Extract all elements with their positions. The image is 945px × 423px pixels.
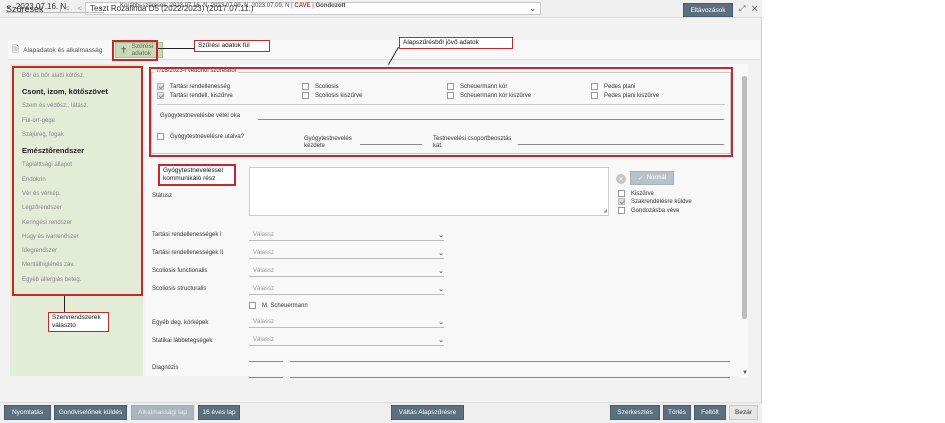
- resize-grip-icon[interactable]: ◢: [603, 208, 607, 214]
- checkbox[interactable]: [618, 190, 625, 197]
- date-select[interactable]: ⌄ 2023.07.16. N ⌄: [6, 0, 104, 13]
- annotation-szerv-label: Szervrendszerek választó: [48, 312, 109, 332]
- diag-field-c[interactable]: [249, 377, 283, 378]
- upload-button[interactable]: Feltölt: [694, 405, 726, 420]
- dd-statikai[interactable]: Válassz ⌄: [249, 334, 444, 346]
- previous-dates: 2023.07.16. N, 2023.07.09. N, 2023.07.09…: [169, 3, 290, 9]
- chevron-down-icon: ⌄: [438, 285, 444, 293]
- previous-label: Korábbi szűrések:: [120, 3, 169, 9]
- chevron-down-icon: ⌄: [438, 249, 444, 257]
- dd-label-tartasi-2: Tartási rendellenességek II: [152, 250, 224, 256]
- dd-label-statikai: Statikai lábbetegségek: [152, 338, 213, 344]
- chevron-down-icon: ⌄: [529, 4, 536, 13]
- leave-button[interactable]: Eltávozások: [683, 3, 733, 17]
- cb-szakrendeles[interactable]: Szakrendelésre küldve: [618, 198, 692, 205]
- chevron-down-icon: ⌄: [438, 336, 444, 344]
- annotation-sidebar-box: [12, 66, 143, 296]
- dd-label-egyeb: Egyéb deg. kórképek: [152, 320, 209, 326]
- edit-button[interactable]: Szerkesztés: [610, 405, 660, 420]
- tab-alapadatok[interactable]: 🗎 Alapadatok és alkalmasság: [12, 42, 102, 58]
- diag-field-d[interactable]: [290, 377, 730, 378]
- window-controls[interactable]: ⤢ ✕: [739, 4, 760, 14]
- annotation-tab-box: [112, 40, 158, 61]
- cb-gondozas[interactable]: Gondozásba véve: [618, 207, 679, 214]
- diagnozis-label: Diagnózis: [152, 365, 179, 371]
- annotation-tab-label: Szűrési adatok fül: [194, 40, 270, 52]
- annotation-connector: [158, 48, 194, 49]
- cb-kiszurve[interactable]: Kiszűrve: [618, 190, 654, 197]
- cb-m-scheuermann[interactable]: M. Scheuermann: [249, 302, 308, 309]
- checkbox[interactable]: [249, 302, 256, 309]
- status-textarea[interactable]: ◢: [249, 167, 609, 216]
- gondozott-badge: Gondozott: [315, 3, 346, 9]
- status-label: Státusz: [152, 193, 173, 199]
- normal-button[interactable]: ✓ Normál: [630, 171, 674, 185]
- annotation-gyogy-label: Gyógytestneveléssel kommunikáló rész: [158, 164, 236, 186]
- close-button[interactable]: Bezár: [729, 405, 758, 420]
- diag-field-b[interactable]: [290, 361, 730, 362]
- cave-badge: CAVE: [294, 3, 311, 9]
- checkbox[interactable]: [618, 198, 625, 205]
- check-icon: ✓: [637, 175, 643, 182]
- tab-label: Alapadatok és alkalmasság: [23, 46, 103, 54]
- alkalmassagi-button[interactable]: Alkalmassági lap: [131, 405, 194, 420]
- clear-icon[interactable]: ✕: [616, 174, 626, 184]
- diag-field-a[interactable]: [249, 361, 283, 362]
- dd-scoliosis-func[interactable]: Válassz ⌄: [249, 265, 444, 277]
- dd-label-scoliosis-func: Scoliosis functionalis: [152, 268, 208, 274]
- checkbox[interactable]: [618, 207, 625, 214]
- chevron-down-icon: ⌄: [438, 231, 444, 239]
- valtas-button[interactable]: Váltás Alapszűrésre: [391, 405, 464, 420]
- dd-tartasi-1[interactable]: Válassz ⌄: [249, 229, 444, 241]
- document-icon: 🗎: [12, 44, 20, 54]
- gondviselo-button[interactable]: Gondviselőnek küldés: [54, 405, 127, 420]
- dd-label-scoliosis-struct: Scoliosis structuralis: [152, 286, 207, 292]
- dd-label-tartasi-1: Tartási rendellenességek I: [152, 232, 222, 238]
- delete-button[interactable]: Törlés: [663, 405, 691, 420]
- chevron-down-icon: ⌄: [97, 1, 104, 11]
- scroll-down-icon[interactable]: ▼: [742, 370, 748, 376]
- app-root: Szűrések |< < > >| Teszt Rozalinda D5 (2…: [0, 0, 945, 423]
- annotation-alap-label: Alapszűrésből jövő adatok: [399, 37, 513, 49]
- previous-screenings: Korábbi szűrések: 2023.07.16. N, 2023.07…: [120, 3, 346, 9]
- scrollbar-thumb[interactable]: [742, 76, 747, 319]
- print-button[interactable]: Nyomtatás: [4, 405, 51, 420]
- annotation-connector: [64, 296, 65, 312]
- annotation-alap-box: [149, 67, 733, 157]
- dd-egyeb[interactable]: Válassz ⌄: [249, 316, 444, 328]
- dd-tartasi-2[interactable]: Válassz ⌄: [249, 247, 444, 259]
- chevron-down-icon: ⌄: [438, 267, 444, 275]
- date-value: 2023.07.16. N: [15, 1, 67, 11]
- tizenhat-button[interactable]: 16 éves lap: [198, 405, 240, 420]
- chevron-down-icon: ⌄: [6, 3, 12, 10]
- dd-scoliosis-struct[interactable]: Válassz ⌄: [249, 283, 444, 295]
- chevron-down-icon: ⌄: [438, 318, 444, 326]
